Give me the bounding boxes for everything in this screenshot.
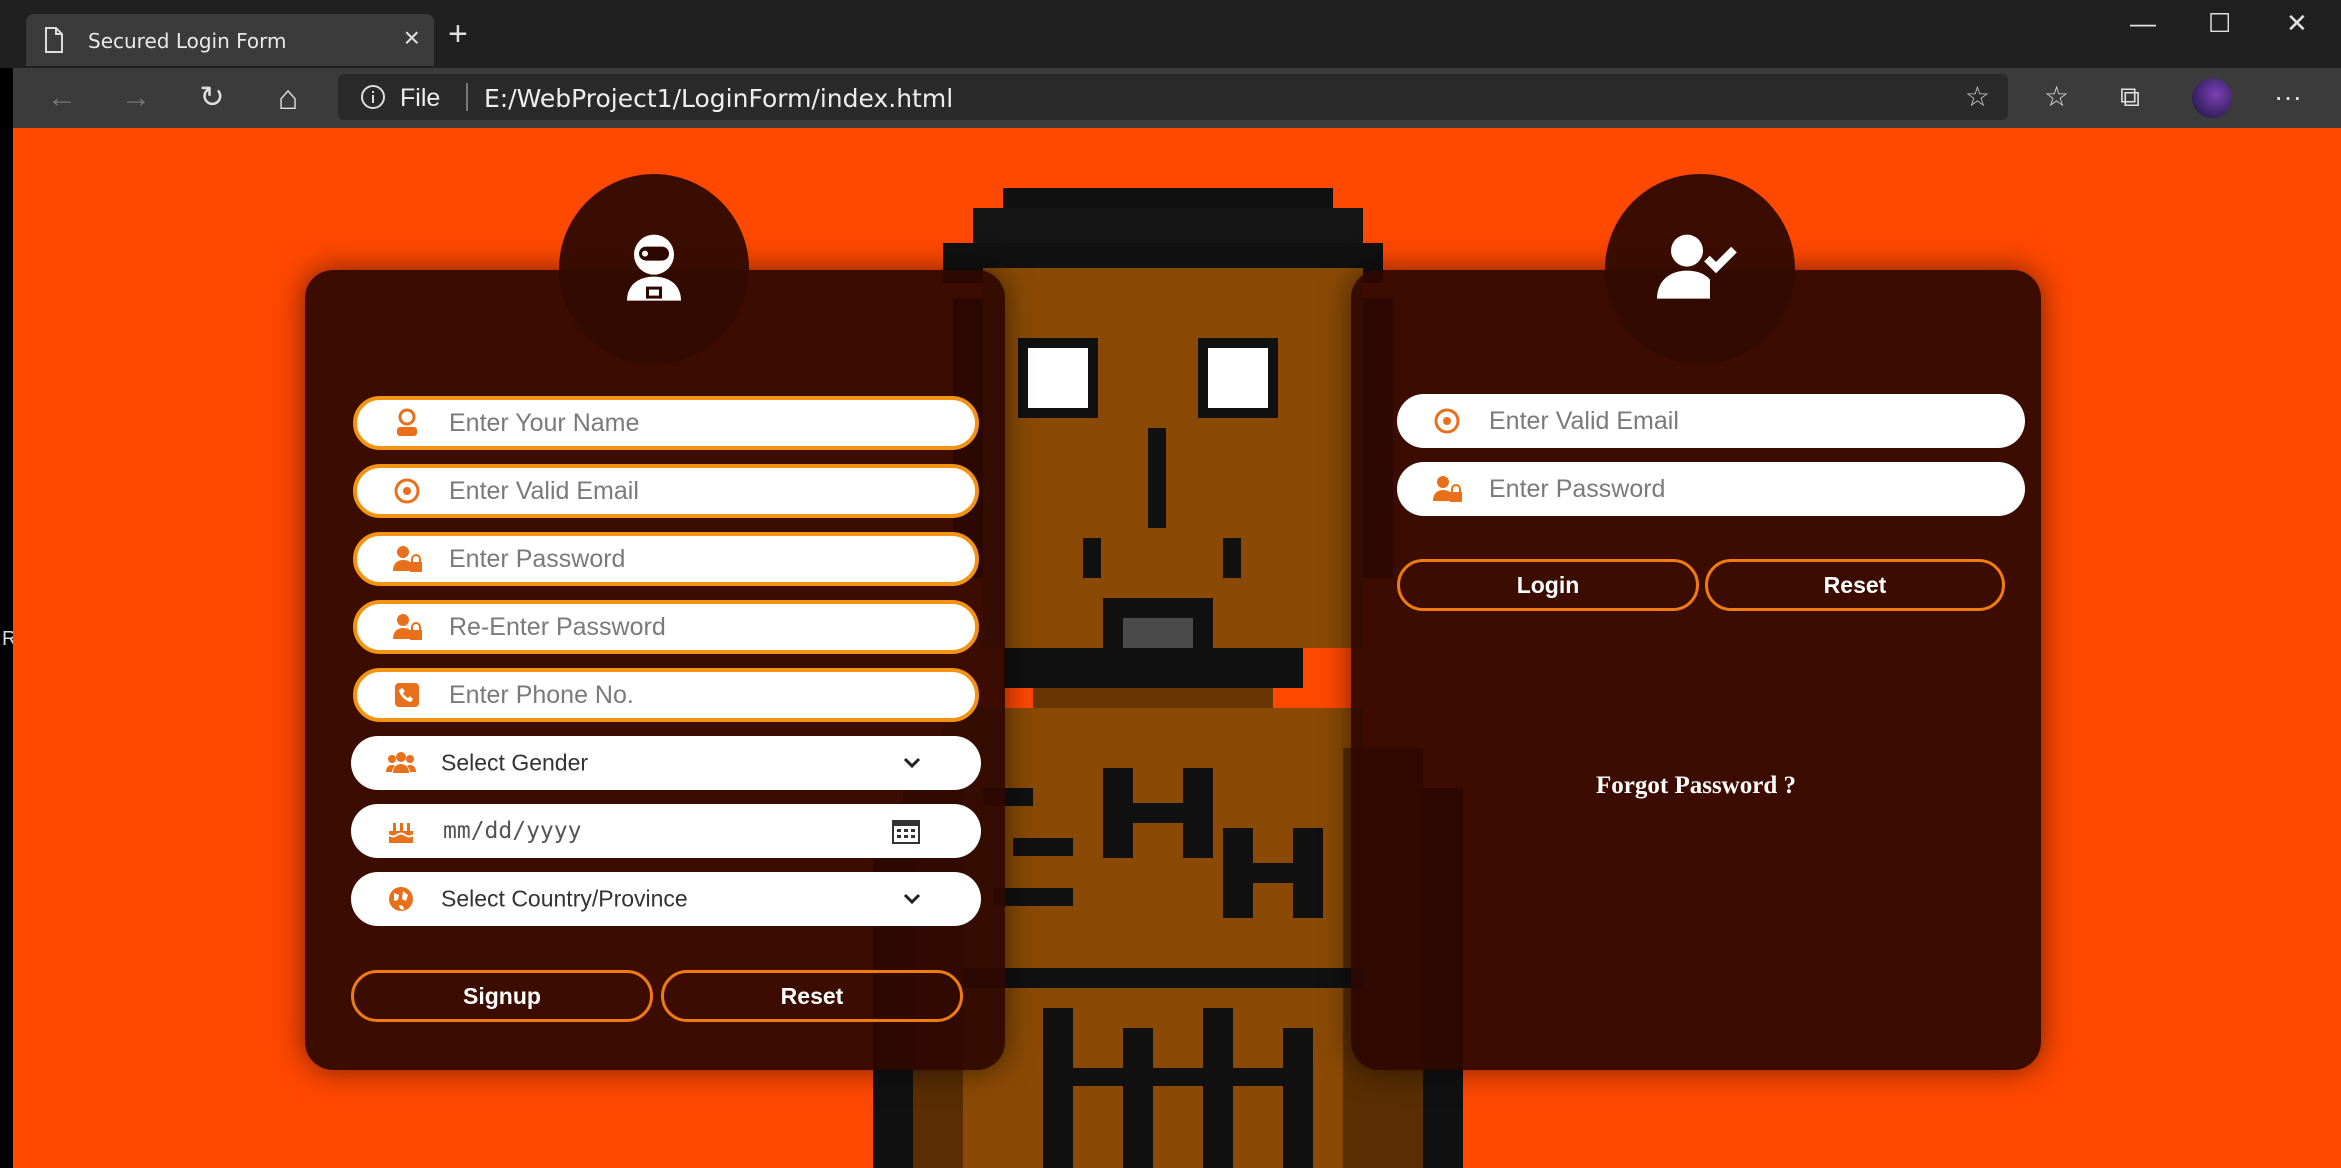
- chevron-down-icon: [903, 757, 921, 769]
- page-viewport: Select Gender mm/dd/yyyy Select Country/…: [13, 128, 2341, 1168]
- signup-email-field[interactable]: [353, 464, 979, 518]
- login-reset-button[interactable]: Reset: [1705, 559, 2005, 611]
- protocol-label: File: [400, 84, 441, 112]
- signup-password-field[interactable]: [353, 532, 979, 586]
- address-bar[interactable]: File E:/WebProject1/LoginForm/index.html…: [338, 74, 2008, 120]
- globe-icon: [389, 887, 413, 911]
- phone-field[interactable]: [353, 668, 979, 722]
- login-button[interactable]: Login: [1397, 559, 1699, 611]
- phone-input[interactable]: [449, 672, 947, 718]
- login-card: Login Reset Forgot Password ?: [1351, 270, 2041, 1070]
- signup-button[interactable]: Signup: [351, 970, 653, 1022]
- minimize-icon[interactable]: —: [2130, 8, 2156, 38]
- document-icon: [45, 27, 63, 53]
- more-icon[interactable]: ···: [2274, 80, 2302, 114]
- new-tab-icon[interactable]: +: [448, 14, 468, 54]
- window-close-icon[interactable]: ✕: [2286, 8, 2308, 38]
- user-lock-icon: [393, 614, 422, 640]
- birthdate-field[interactable]: mm/dd/yyyy: [351, 804, 981, 858]
- user-lock-icon: [393, 546, 422, 572]
- chevron-down-icon: [903, 893, 921, 905]
- birthday-cake-icon: [388, 823, 414, 843]
- browser-tab-strip: Secured Login Form × + — ☐ ✕: [0, 0, 2341, 68]
- country-select[interactable]: Select Country/Province: [351, 872, 981, 926]
- gender-select[interactable]: Select Gender: [351, 736, 981, 790]
- users-icon: [386, 752, 416, 773]
- signup-password-input[interactable]: [449, 536, 947, 582]
- signup-reset-button[interactable]: Reset: [661, 970, 963, 1022]
- tab-title: Secured Login Form: [88, 29, 287, 53]
- info-icon[interactable]: [360, 84, 386, 110]
- left-edge-strip: R: [0, 68, 16, 1168]
- gender-select-label: Select Gender: [441, 749, 589, 776]
- phone-icon: [395, 683, 419, 707]
- maximize-icon[interactable]: ☐: [2208, 8, 2231, 38]
- back-icon[interactable]: ←: [44, 80, 80, 116]
- login-email-field[interactable]: [1397, 394, 2025, 448]
- login-password-field[interactable]: [1397, 462, 2025, 516]
- browser-tab[interactable]: Secured Login Form ×: [26, 14, 434, 66]
- reenter-password-field[interactable]: [353, 600, 979, 654]
- reenter-password-input[interactable]: [449, 604, 947, 650]
- login-badge: [1605, 174, 1795, 364]
- calendar-icon[interactable]: [891, 817, 921, 845]
- forgot-password-link[interactable]: Forgot Password ?: [1351, 772, 2041, 800]
- login-email-input[interactable]: [1489, 394, 1997, 448]
- signup-badge: [559, 174, 749, 364]
- email-at-icon: [1434, 408, 1460, 434]
- login-password-input[interactable]: [1489, 462, 1997, 516]
- favorites-icon[interactable]: ☆: [2044, 80, 2069, 114]
- date-placeholder: mm/dd/yyyy: [443, 818, 582, 844]
- tab-close-icon[interactable]: ×: [404, 24, 420, 52]
- user-lock-icon: [1433, 476, 1462, 502]
- address-toolbar: ← → ↻ ⌂ File E:/WebProject1/LoginForm/in…: [0, 68, 2341, 128]
- forward-icon[interactable]: →: [118, 80, 154, 116]
- astronaut-icon: [627, 234, 681, 301]
- collections-icon[interactable]: ⧉: [2120, 80, 2140, 114]
- signup-card: Select Gender mm/dd/yyyy Select Country/…: [305, 270, 1005, 1070]
- user-icon: [397, 408, 417, 436]
- user-check-icon: [1657, 234, 1737, 299]
- favorite-star-icon[interactable]: ☆: [1965, 80, 1990, 113]
- country-select-label: Select Country/Province: [441, 885, 688, 912]
- refresh-icon[interactable]: ↻: [194, 80, 230, 116]
- name-field[interactable]: [353, 396, 979, 450]
- signup-email-input[interactable]: [449, 468, 947, 514]
- email-at-icon: [394, 478, 420, 504]
- profile-avatar[interactable]: [2192, 78, 2232, 118]
- url-separator: [466, 83, 468, 111]
- home-icon[interactable]: ⌂: [270, 80, 306, 116]
- url-text[interactable]: E:/WebProject1/LoginForm/index.html: [484, 84, 953, 113]
- name-input[interactable]: [449, 400, 947, 446]
